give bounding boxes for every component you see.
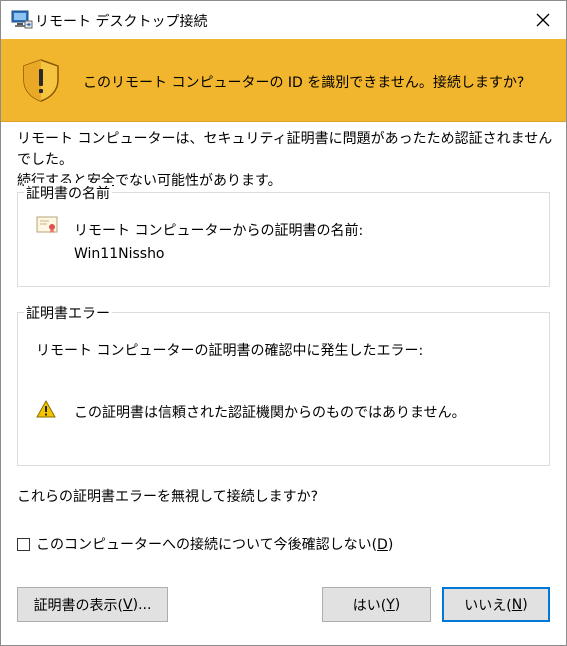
window-title: リモート デスクトップ接続 xyxy=(35,14,208,30)
cert-error-caption: リモート コンピューターの証明書の確認中に発生したエラー: xyxy=(36,343,424,359)
yes-button[interactable]: はい(Y) xyxy=(322,587,431,622)
view-certificate-button[interactable]: 証明書の表示(V)... xyxy=(17,587,168,622)
message-line-1: リモート コンピューターは、セキュリティ証明書に問題があったため認証されませんで… xyxy=(17,131,553,168)
warning-banner: このリモート コンピューターの ID を識別できません。接続しますか? xyxy=(1,39,566,122)
warning-shield-icon xyxy=(23,59,59,102)
close-icon xyxy=(536,13,550,27)
remote-desktop-icon xyxy=(11,10,33,29)
cert-error-detail: この証明書は信頼された認証機関からのものではありません。 xyxy=(74,405,466,421)
cert-name-group-label: 証明書の名前 xyxy=(24,183,112,203)
certificate-icon xyxy=(36,216,58,233)
no-button[interactable]: いいえ(N) xyxy=(442,587,550,622)
banner-text: このリモート コンピューターの ID を識別できません。接続しますか? xyxy=(83,75,525,91)
cert-name-group: 証明書の名前 リモート コンピューターからの証明書の名前: Win11Nissh… xyxy=(17,183,550,287)
title-bar: リモート デスクトップ接続 xyxy=(1,1,566,39)
dont-ask-again-checkbox-row[interactable]: このコンピューターへの接続について今後確認しない(D) xyxy=(17,534,393,554)
warning-icon xyxy=(36,400,56,418)
ignore-errors-question: これらの証明書エラーを無視して接続しますか? xyxy=(17,489,319,505)
cert-error-group-label: 証明書エラー xyxy=(24,303,112,323)
cert-error-group: 証明書エラー リモート コンピューターの証明書の確認中に発生したエラー: この証… xyxy=(17,303,550,466)
dont-ask-again-label[interactable]: このコンピューターへの接続について今後確認しない(D) xyxy=(36,534,393,554)
cert-name-caption: リモート コンピューターからの証明書の名前: xyxy=(74,223,364,239)
close-button[interactable] xyxy=(520,1,566,39)
rdp-certificate-dialog: リモート デスクトップ接続 このリモート コンピューターの ID を識別できませ… xyxy=(0,0,567,646)
dont-ask-again-checkbox[interactable] xyxy=(17,537,30,551)
cert-name-value: Win11Nissho xyxy=(74,246,165,262)
